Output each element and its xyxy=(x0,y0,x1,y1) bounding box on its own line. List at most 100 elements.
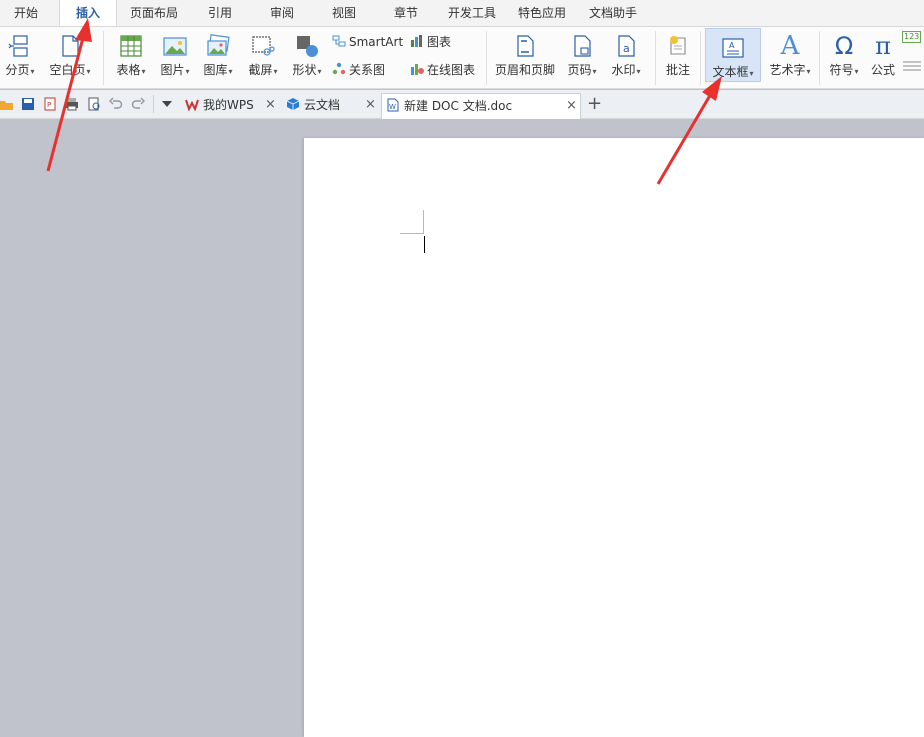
text-cursor xyxy=(424,236,425,253)
save-icon[interactable] xyxy=(21,97,35,111)
cloud-cube-icon xyxy=(286,98,300,110)
chevron-down-icon: ▾ xyxy=(86,67,91,76)
print-preview-icon[interactable] xyxy=(87,97,101,111)
svg-text:P: P xyxy=(47,101,51,109)
tab-features[interactable]: 特色应用 xyxy=(513,0,571,26)
undo-icon[interactable] xyxy=(109,97,123,111)
tab-cloud-docs[interactable]: 云文档 × xyxy=(285,93,379,119)
tab-insert[interactable]: 插入 xyxy=(59,0,117,27)
online-chart-button[interactable]: 在线图表 xyxy=(410,60,475,80)
omega-icon: Ω xyxy=(834,32,854,60)
tab-new-doc[interactable]: W 新建 DOC 文档.doc × xyxy=(381,93,581,119)
page-number-label: 页码 xyxy=(567,63,592,77)
tab-view[interactable]: 视图 xyxy=(320,0,368,26)
tab-cloud-docs-label: 云文档 xyxy=(304,98,341,112)
chevron-down-icon[interactable] xyxy=(161,99,173,109)
chart-icon xyxy=(411,35,422,47)
smartart-label: SmartArt xyxy=(349,35,404,49)
chevron-down-icon: ▾ xyxy=(806,67,811,76)
shapes-icon xyxy=(297,36,318,57)
chart-button[interactable]: 图表 xyxy=(410,32,451,52)
blank-page-icon xyxy=(62,35,79,57)
chevron-down-icon: ▾ xyxy=(185,67,190,76)
tab-my-wps[interactable]: 我的WPS × xyxy=(183,93,279,119)
page-break-button[interactable]: 分页▾ xyxy=(0,27,40,89)
picture-icon xyxy=(163,37,187,56)
text-lines-icon[interactable] xyxy=(902,59,922,79)
document-page[interactable] xyxy=(304,138,924,737)
picture-button[interactable]: 图片▾ xyxy=(155,27,195,89)
page-break-label: 分页 xyxy=(5,63,30,77)
close-icon[interactable]: × xyxy=(566,94,577,118)
comment-icon xyxy=(670,36,686,55)
blank-page-label: 空白页 xyxy=(49,63,86,77)
svg-text:A: A xyxy=(729,41,735,50)
symbol-button[interactable]: Ω 符号▾ xyxy=(824,27,864,89)
chevron-down-icon: ▾ xyxy=(854,67,859,76)
chevron-down-icon: ▾ xyxy=(749,69,754,78)
ribbon-insert: 分页▾ 空白页▾ 表格▾ 图片▾ 图库▾ 截屏▾ 形状▾ SmartArt 图表… xyxy=(0,26,924,89)
chevron-down-icon: ▾ xyxy=(636,67,641,76)
chevron-down-icon: ▾ xyxy=(273,67,278,76)
tab-page-layout[interactable]: 页面布局 xyxy=(122,0,186,26)
redo-icon[interactable] xyxy=(131,97,145,111)
chevron-down-icon: ▾ xyxy=(317,67,322,76)
tab-doc-assistant[interactable]: 文档助手 xyxy=(584,0,642,26)
tab-review[interactable]: 审阅 xyxy=(258,0,306,26)
add-tab-button[interactable]: + xyxy=(587,93,603,119)
watermark-button[interactable]: a 水印▾ xyxy=(606,27,646,89)
numbering-icon[interactable]: 123 xyxy=(902,31,922,43)
ribbon-divider xyxy=(655,31,656,85)
pi-icon: π xyxy=(875,32,891,60)
wordart-button[interactable]: A 艺术字▾ xyxy=(764,27,816,89)
tab-start[interactable]: 开始 xyxy=(0,0,52,26)
table-label: 表格 xyxy=(116,63,141,77)
comment-button[interactable]: 批注 xyxy=(660,27,696,89)
close-icon[interactable]: × xyxy=(365,93,376,117)
textbox-button[interactable]: A 文本框▾ xyxy=(705,28,761,82)
menu-bar: 开始 插入 页面布局 引用 审阅 视图 章节 开发工具 特色应用 文档助手 xyxy=(0,0,924,27)
tab-developer[interactable]: 开发工具 xyxy=(443,0,501,26)
tab-chapter[interactable]: 章节 xyxy=(382,0,430,26)
comment-label: 批注 xyxy=(665,63,690,77)
symbol-label: 符号 xyxy=(829,63,854,77)
relation-chart-icon xyxy=(332,62,346,75)
screenshot-button[interactable]: 截屏▾ xyxy=(243,27,283,89)
watermark-icon: a xyxy=(618,35,635,57)
tab-references[interactable]: 引用 xyxy=(196,0,244,26)
gallery-label: 图库 xyxy=(203,63,228,77)
ribbon-divider xyxy=(700,31,701,85)
table-icon xyxy=(120,35,142,57)
blank-page-button[interactable]: 空白页▾ xyxy=(44,27,96,89)
gallery-button[interactable]: 图库▾ xyxy=(198,27,238,89)
formula-label: 公式 xyxy=(870,63,895,77)
online-chart-label: 在线图表 xyxy=(427,63,476,77)
shapes-label: 形状 xyxy=(292,63,317,77)
chevron-down-icon: ▾ xyxy=(592,67,597,76)
text-lines-glyph-icon xyxy=(903,61,921,71)
online-chart-icon xyxy=(411,64,424,75)
relation-chart-button[interactable]: 关系图 xyxy=(332,60,385,80)
export-pdf-icon[interactable]: P xyxy=(43,97,57,111)
smartart-button[interactable]: SmartArt xyxy=(332,32,403,52)
page-number-button[interactable]: 页码▾ xyxy=(562,27,602,89)
close-icon[interactable]: × xyxy=(265,93,276,117)
margin-corner-mark xyxy=(423,210,424,234)
watermark-label: 水印 xyxy=(611,63,636,77)
open-folder-icon[interactable] xyxy=(0,97,14,111)
chevron-down-icon: ▾ xyxy=(228,67,233,76)
chevron-down-icon: ▾ xyxy=(30,67,35,76)
relation-chart-label: 关系图 xyxy=(349,63,386,77)
margin-corner-mark xyxy=(400,233,424,234)
wordart-icon: A xyxy=(780,31,800,61)
table-button[interactable]: 表格▾ xyxy=(110,27,152,89)
smartart-icon xyxy=(332,35,346,47)
header-footer-label: 页眉和页脚 xyxy=(494,63,555,77)
formula-button[interactable]: π 公式 xyxy=(866,27,900,89)
page-break-icon xyxy=(8,35,28,57)
header-footer-button[interactable]: 页眉和页脚 xyxy=(492,27,558,89)
print-icon[interactable] xyxy=(65,97,79,111)
tab-new-doc-label: 新建 DOC 文档.doc xyxy=(404,99,513,113)
shapes-button[interactable]: 形状▾ xyxy=(287,27,327,89)
svg-text:a: a xyxy=(623,42,630,55)
